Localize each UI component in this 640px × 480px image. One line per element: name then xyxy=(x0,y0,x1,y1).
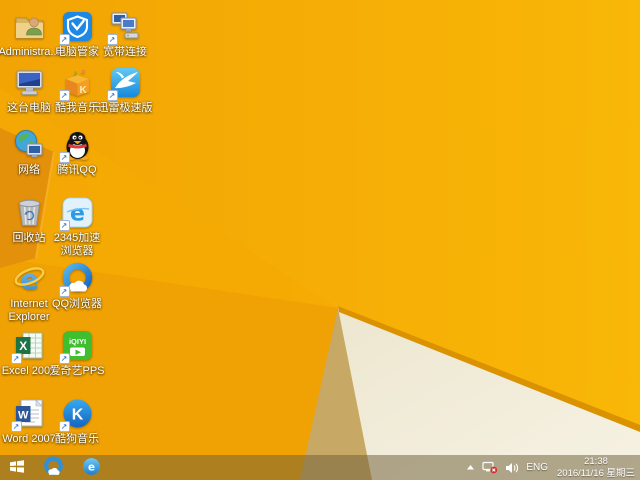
svg-text:W: W xyxy=(18,410,29,422)
xunlei-bird-icon: ↗ xyxy=(106,66,142,101)
svg-text:iQIYI: iQIYI xyxy=(68,337,85,346)
shortcut-arrow-badge: ↗ xyxy=(58,286,70,297)
system-tray: ENG 21:38 2016/11/16 星期三 xyxy=(466,456,640,479)
desktop-icon-label: 电脑管家 xyxy=(55,46,99,58)
svg-text:K: K xyxy=(71,407,83,424)
shortcut-arrow-badge: ↗ xyxy=(106,90,118,101)
svg-text:K: K xyxy=(79,85,87,96)
desktop-icon-label: 酷狗音乐 xyxy=(55,433,99,445)
shortcut-arrow-badge: ↗ xyxy=(10,353,22,364)
user-folder-icon xyxy=(13,10,46,43)
desktop-icon-label: 酷我音乐 xyxy=(55,102,99,114)
desktop-icon-label: 回收站 xyxy=(12,232,46,244)
broadband-connection-icon: ↗ xyxy=(106,10,142,45)
desktop-icon-kugou-music[interactable]: K ↗ 酷狗音乐 xyxy=(49,397,105,446)
desktop-icon-broadband[interactable]: ↗ 宽带连接 xyxy=(97,10,153,59)
windows-logo-icon xyxy=(8,457,26,478)
svg-text:X: X xyxy=(19,339,27,353)
shortcut-arrow-badge: ↗ xyxy=(106,34,118,45)
shortcut-arrow-badge: ↗ xyxy=(58,421,70,432)
shortcut-arrow-badge: ↗ xyxy=(58,90,70,101)
kuwo-music-box-icon: ♪ ♫ K ↗ xyxy=(58,66,94,101)
svg-text:e: e xyxy=(87,461,94,473)
internet-explorer-icon: e xyxy=(13,262,46,295)
desktop-icon-label: Word 2007 xyxy=(2,433,56,445)
desktop-icon-xunlei[interactable]: ↗ 迅雷极速版 xyxy=(97,66,153,115)
network-globe-icon xyxy=(13,128,46,161)
shortcut-arrow-badge: ↗ xyxy=(58,353,70,364)
qq-browser-ring-cloud-icon xyxy=(43,455,64,480)
network-error-icon[interactable] xyxy=(482,461,498,474)
taskbar-e-browser-button[interactable]: e xyxy=(72,455,110,480)
pc-manager-shield-icon: ↗ xyxy=(58,10,94,45)
kugou-k-circle-icon: K ↗ xyxy=(58,397,94,432)
desktop-icon-label: 网络 xyxy=(18,164,40,176)
browser-e-square-icon: e ↗ xyxy=(58,196,94,231)
clock-time: 21:38 xyxy=(584,456,608,467)
taskbar-clock[interactable]: 21:38 2016/11/16 星期三 xyxy=(555,456,635,479)
desktop-icon-label: 腾讯QQ xyxy=(57,164,97,176)
shortcut-arrow-badge: ↗ xyxy=(10,421,22,432)
desktop-icon-label: 2345加速浏览器 xyxy=(53,232,101,257)
recycle-bin-icon xyxy=(13,196,46,229)
shortcut-arrow-badge: ↗ xyxy=(58,34,70,45)
language-indicator[interactable]: ENG xyxy=(526,462,548,473)
chevron-up-icon[interactable] xyxy=(466,464,475,471)
desktop-icon-2345-browser[interactable]: e ↗ 2345加速浏览器 xyxy=(49,196,105,258)
speaker-icon[interactable] xyxy=(505,462,519,474)
clock-date: 2016/11/16 星期三 xyxy=(557,467,635,479)
start-button[interactable] xyxy=(0,455,34,480)
browser-e-circle-icon: e xyxy=(82,457,101,479)
desktop-icon-tencent-qq[interactable]: ↗ 腾讯QQ xyxy=(49,128,105,177)
word-icon: W ↗ xyxy=(10,397,46,432)
svg-text:e: e xyxy=(70,202,85,227)
shortcut-arrow-badge: ↗ xyxy=(58,152,70,163)
qq-browser-ring-cloud-icon: ↗ xyxy=(58,262,94,297)
desktop-icon-qq-browser[interactable]: ↗ QQ浏览器 xyxy=(49,262,105,311)
desktop-icon-label: 迅雷极速版 xyxy=(97,102,153,114)
this-pc-icon xyxy=(13,66,46,99)
desktop-icon-label: QQ浏览器 xyxy=(51,298,103,310)
desktop-icon-label: 这台电脑 xyxy=(7,102,51,114)
taskbar-qq-browser-button[interactable] xyxy=(34,455,72,480)
qq-penguin-icon: ↗ xyxy=(58,128,94,163)
svg-text:♫: ♫ xyxy=(80,69,85,76)
shortcut-arrow-badge: ↗ xyxy=(58,220,70,231)
desktop-icon-label: 爱奇艺PPS xyxy=(49,365,105,377)
desktop-icon-iqiyi-pps[interactable]: iQIYI ↗ 爱奇艺PPS xyxy=(49,329,105,378)
desktop-icon-label: 宽带连接 xyxy=(103,46,147,58)
excel-icon: X ↗ xyxy=(10,329,46,364)
iqiyi-icon: iQIYI ↗ xyxy=(58,329,94,364)
taskbar: e ENG 21:38 2016/11/16 星期三 xyxy=(0,455,640,480)
